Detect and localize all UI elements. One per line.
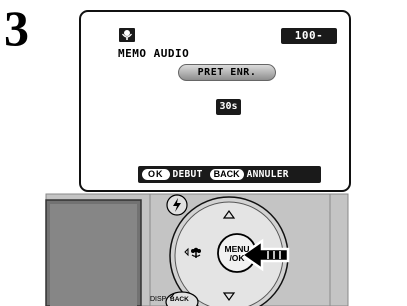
status-pill: PRET ENR. [178,64,276,81]
macro-flower-icon[interactable] [183,245,203,259]
cancel-label: ANNULER [246,169,289,180]
flash-icon[interactable] [170,197,184,213]
step-number: 3 [4,0,29,56]
back-key-icon[interactable]: BACK [209,169,244,180]
back-button[interactable]: BACK [170,296,189,303]
ok-key-icon[interactable]: OK [142,169,170,180]
menu-ok-label-line2: /OK [229,253,245,263]
menu-ok-button[interactable]: MENU /OK [222,245,252,263]
lcd-screen: 100-0009 MEMO AUDIO PRET ENR. 30s OK DEB… [79,10,351,192]
disp-label: DISP [150,296,167,303]
mode-title: MEMO AUDIO [118,47,190,60]
duration-badge: 30s [216,99,241,115]
frame-counter: 100-0009 [281,28,337,58]
action-bar: OK DEBUT BACK ANNULER [138,166,321,183]
microphone-icon [119,28,135,42]
start-label: DEBUT [172,169,203,180]
